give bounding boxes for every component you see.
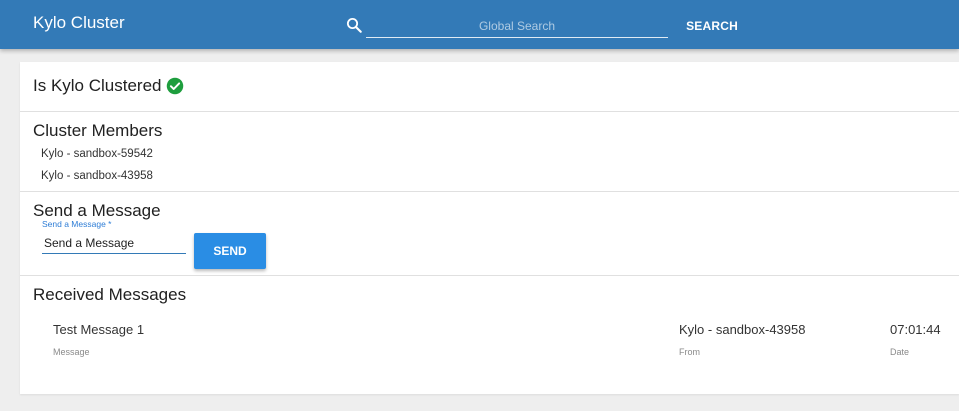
top-app-bar: Kylo Cluster SEARCH: [0, 0, 959, 49]
message-text: Test Message 1: [53, 322, 145, 337]
message-column-label: Message: [53, 347, 90, 357]
divider: [20, 191, 959, 192]
from-column-label: From: [679, 347, 700, 357]
clustered-title: Is Kylo Clustered: [33, 76, 162, 95]
message-field-label: Send a Message *: [42, 219, 112, 229]
cluster-card: Is Kylo Clustered Cluster Members Kylo -…: [20, 62, 959, 394]
global-search-input[interactable]: [366, 14, 668, 38]
check-circle-icon: [166, 77, 184, 95]
search-button[interactable]: SEARCH: [682, 14, 742, 38]
message-date: 07:01:44: [890, 322, 941, 337]
search-icon[interactable]: [345, 16, 363, 34]
divider: [20, 111, 959, 112]
divider: [20, 275, 959, 276]
send-button[interactable]: SEND: [194, 233, 266, 269]
app-title: Kylo Cluster: [33, 13, 125, 32]
received-messages-title: Received Messages: [33, 285, 187, 304]
message-input[interactable]: [42, 232, 186, 254]
cluster-member-item: Kylo - sandbox-43958: [41, 170, 153, 182]
send-message-title: Send a Message: [33, 201, 161, 220]
date-column-label: Date: [890, 347, 910, 357]
cluster-members-title: Cluster Members: [33, 121, 163, 140]
message-from: Kylo - sandbox-43958: [679, 322, 806, 337]
cluster-member-item: Kylo - sandbox-59542: [41, 148, 153, 160]
